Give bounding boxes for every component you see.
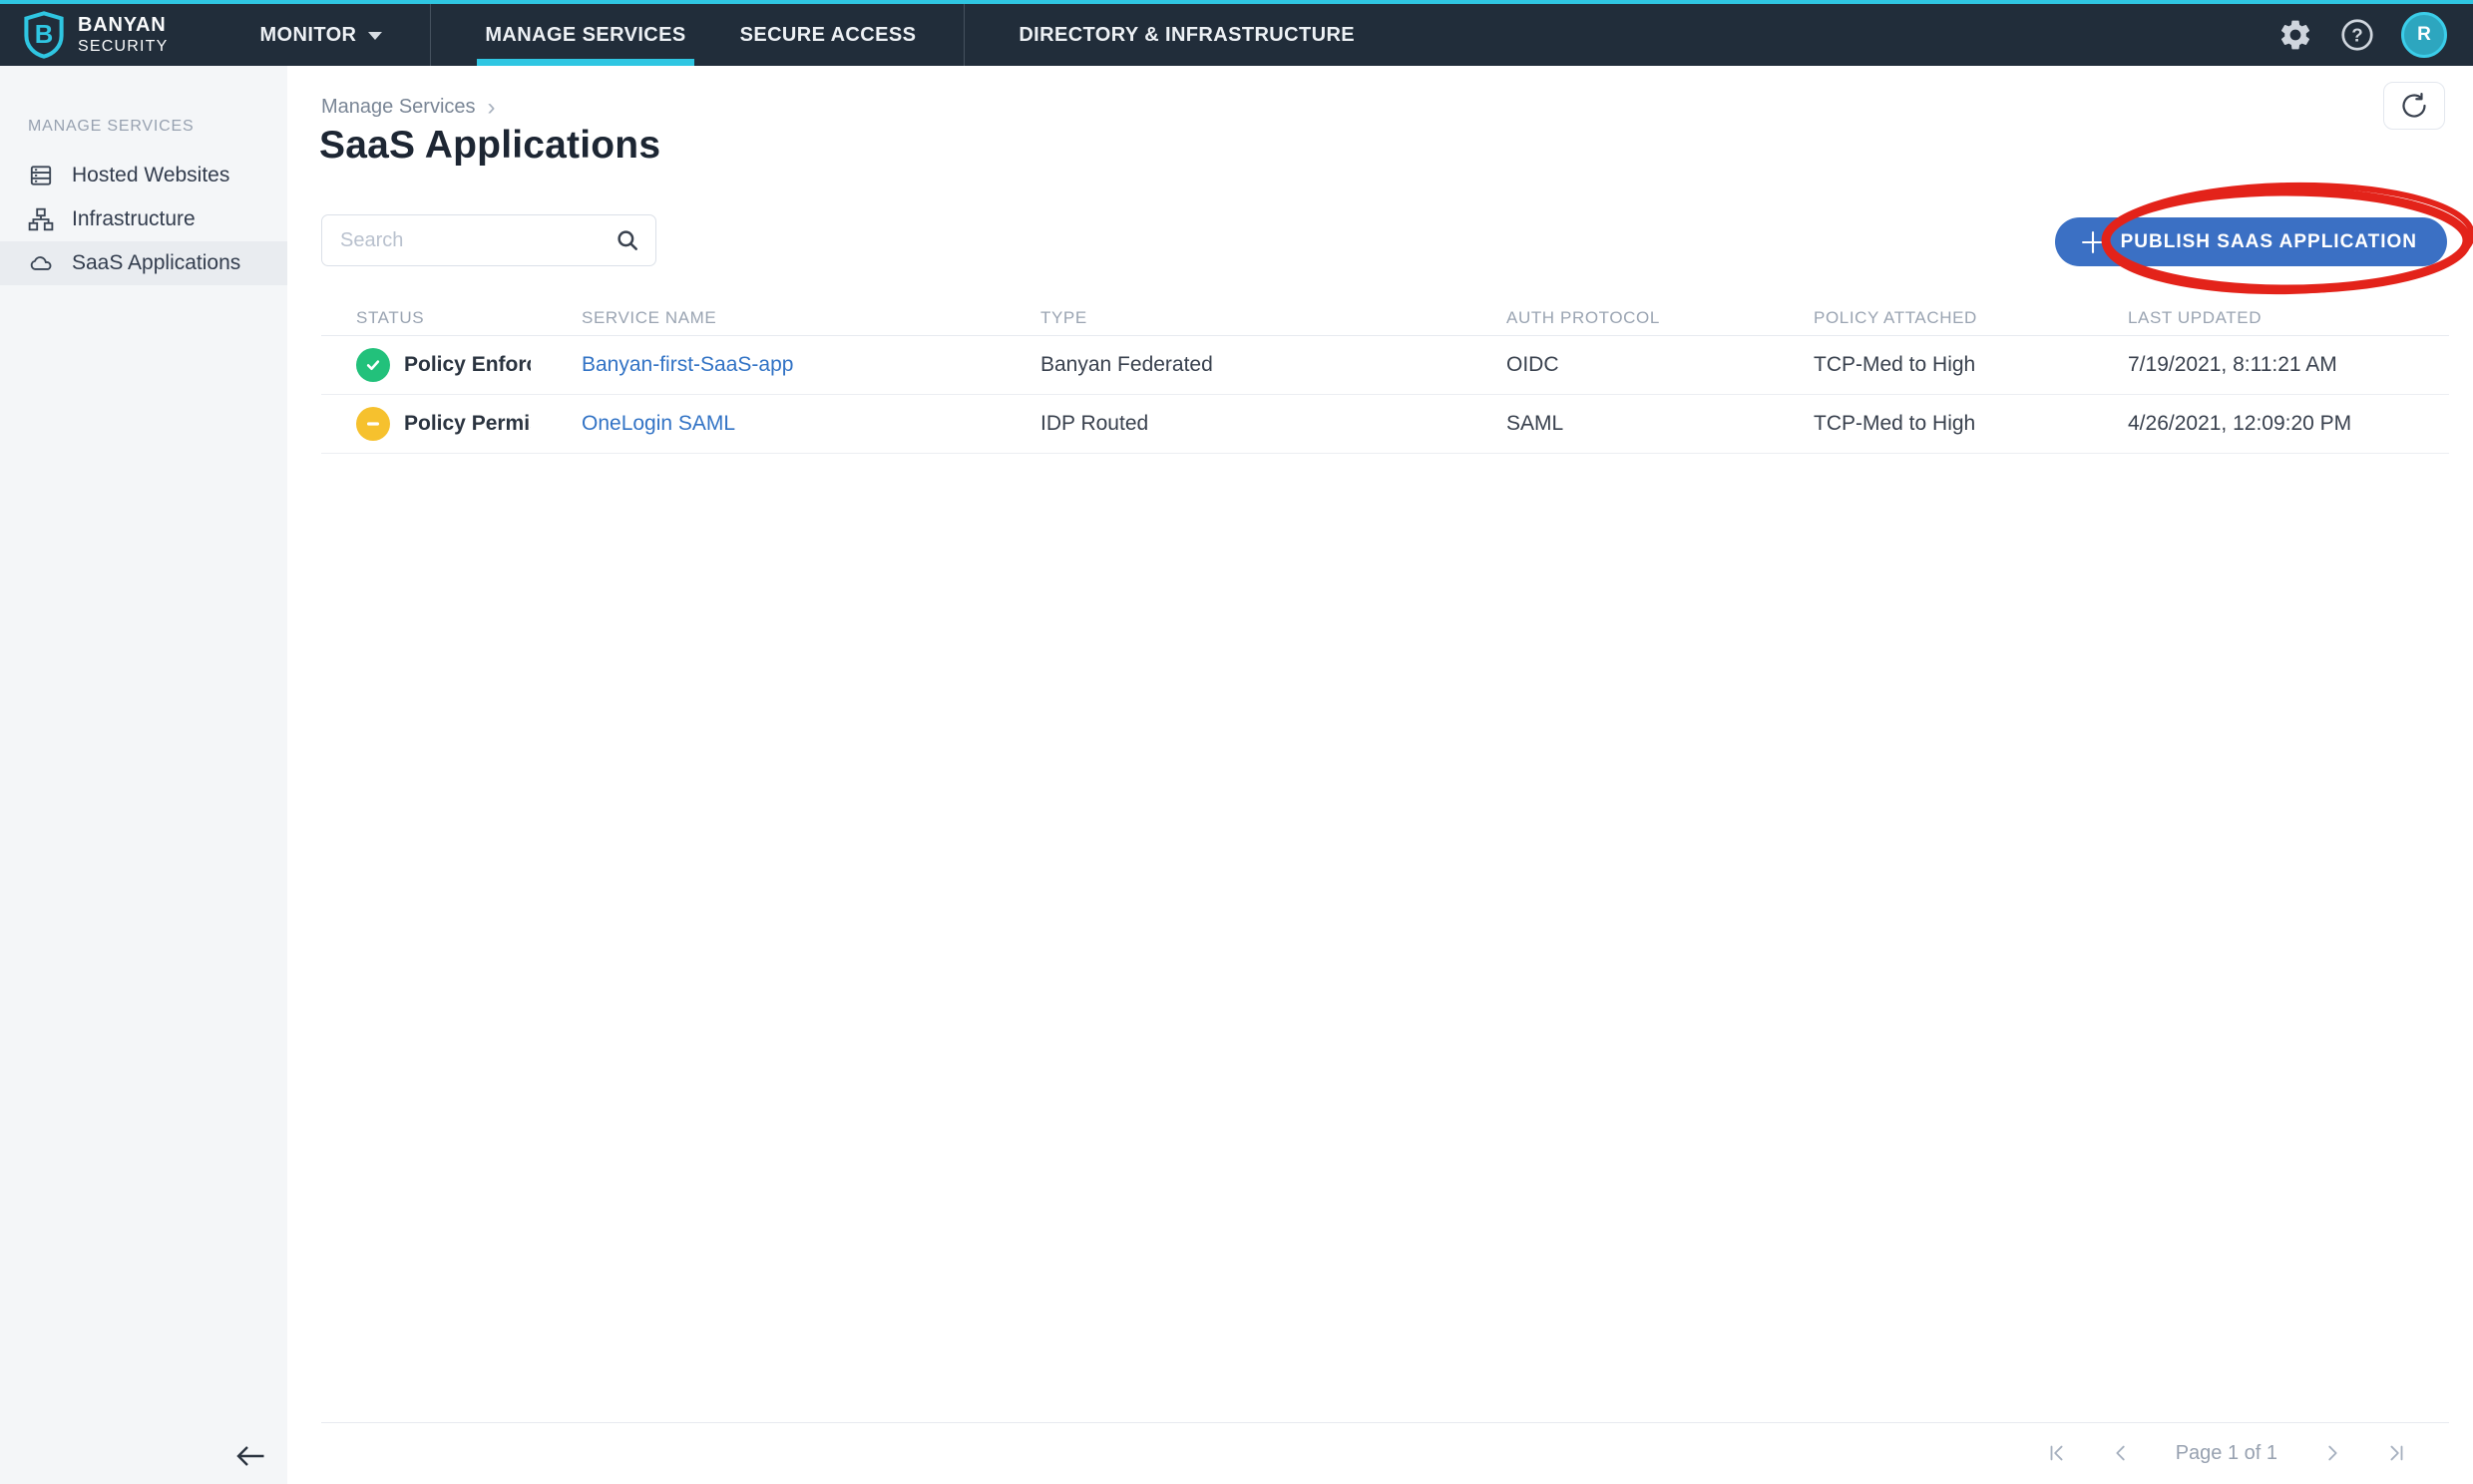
type-cell: Banyan Federated (1040, 335, 1506, 395)
brand-text: BANYAN SECURITY (78, 14, 169, 55)
nav-monitor-label: MONITOR (259, 23, 357, 46)
column-header-policy-attached[interactable]: POLICY ATTACHED (1814, 301, 2128, 336)
help-button[interactable]: ? (2339, 17, 2375, 53)
auth-protocol-cell: SAML (1506, 394, 1814, 454)
breadcrumb-link-manage-services[interactable]: Manage Services (321, 96, 476, 119)
status-permissive-icon (356, 406, 390, 441)
next-page-button[interactable] (2315, 1436, 2349, 1470)
auth-protocol-cell: OIDC (1506, 335, 1814, 395)
sidebar-item-label: Hosted Websites (72, 164, 230, 186)
tab-label: DIRECTORY & INFRASTRUCTURE (1019, 23, 1356, 46)
status-cell: Policy Enforcing (321, 335, 582, 395)
last-page-icon (2385, 1442, 2407, 1464)
saas-applications-table: STATUS SERVICE NAME TYPE AUTH PROTOCOL P… (321, 301, 2449, 454)
help-icon: ? (2339, 17, 2375, 53)
sidebar: MANAGE SERVICES Hosted Websites Infrastr… (0, 66, 287, 1484)
collapse-sidebar-button[interactable] (232, 1438, 268, 1474)
first-page-icon (2046, 1442, 2068, 1464)
chevron-left-icon (2110, 1442, 2132, 1464)
main-content: Manage Services › SaaS Applications PUBL… (287, 66, 2473, 1484)
breadcrumb-chevron-icon: › (487, 93, 496, 121)
table-row[interactable]: Policy Enforcing Banyan-first-SaaS-app B… (321, 335, 2449, 395)
status-label: Policy Enforcing (404, 352, 531, 376)
tab-label: MANAGE SERVICES (485, 23, 686, 46)
refresh-button[interactable] (2383, 82, 2445, 130)
publish-button-label: PUBLISH SAAS APPLICATION (2120, 230, 2417, 252)
column-header-type[interactable]: TYPE (1040, 301, 1506, 336)
policy-attached-cell: TCP-Med to High (1814, 335, 2128, 395)
svg-text:B: B (35, 21, 54, 49)
status-cell: Policy Permissive (321, 394, 582, 454)
last-updated-cell: 4/26/2021, 12:09:20 PM (2128, 394, 2449, 454)
status-enforcing-icon (356, 347, 390, 382)
type-cell: IDP Routed (1040, 394, 1506, 454)
sidebar-item-hosted-websites[interactable]: Hosted Websites (0, 154, 287, 197)
search-box (321, 214, 656, 266)
sidebar-item-label: SaaS Applications (72, 251, 241, 274)
nav-divider (430, 4, 432, 66)
service-name-link[interactable]: Banyan-first-SaaS-app (582, 353, 793, 376)
network-icon (28, 206, 54, 232)
service-name-link[interactable]: OneLogin SAML (582, 412, 735, 435)
column-header-status[interactable]: STATUS (321, 301, 582, 336)
shield-logo-icon: B (22, 11, 66, 59)
service-name-cell: OneLogin SAML (582, 394, 1040, 454)
svg-text:?: ? (2351, 25, 2362, 46)
page-indicator: Page 1 of 1 (2175, 1441, 2277, 1464)
settings-button[interactable] (2277, 17, 2313, 53)
status-label: Policy Permissive (404, 411, 531, 435)
tab-directory-infrastructure[interactable]: DIRECTORY & INFRASTRUCTURE (1019, 4, 1355, 66)
tab-secure-access[interactable]: SECURE ACCESS (740, 4, 917, 66)
page-title: SaaS Applications (319, 124, 661, 167)
previous-page-button[interactable] (2104, 1436, 2138, 1470)
column-header-auth-protocol[interactable]: AUTH PROTOCOL (1506, 301, 1814, 336)
publish-saas-application-button[interactable]: PUBLISH SAAS APPLICATION (2054, 217, 2447, 266)
table-row[interactable]: Policy Permissive OneLogin SAML IDP Rout… (321, 394, 2449, 454)
refresh-icon (2400, 92, 2428, 120)
gear-icon (2277, 17, 2313, 53)
search-input[interactable] (321, 214, 656, 266)
sidebar-item-label: Infrastructure (72, 207, 196, 230)
column-header-service-name[interactable]: SERVICE NAME (582, 301, 1040, 336)
plus-icon (2079, 228, 2107, 256)
first-page-button[interactable] (2040, 1436, 2074, 1470)
left-arrow-icon (232, 1438, 268, 1474)
tab-label: SECURE ACCESS (739, 23, 917, 46)
policy-attached-cell: TCP-Med to High (1814, 394, 2128, 454)
cloud-icon (28, 250, 54, 276)
chevron-right-icon (2321, 1442, 2343, 1464)
nav-divider (964, 4, 966, 66)
sidebar-item-infrastructure[interactable]: Infrastructure (0, 197, 287, 241)
last-updated-cell: 7/19/2021, 8:11:21 AM (2128, 335, 2449, 395)
sidebar-item-saas-applications[interactable]: SaaS Applications (0, 241, 287, 285)
pagination: Page 1 of 1 (2040, 1430, 2413, 1476)
last-page-button[interactable] (2379, 1436, 2413, 1470)
sidebar-section-label: MANAGE SERVICES (28, 118, 195, 135)
brand-logo[interactable]: B BANYAN SECURITY (22, 11, 169, 59)
nav-item-monitor[interactable]: MONITOR (260, 4, 383, 66)
tab-manage-services[interactable]: MANAGE SERVICES (477, 4, 694, 66)
table-header-row: STATUS SERVICE NAME TYPE AUTH PROTOCOL P… (321, 301, 2449, 336)
avatar-initial: R (2417, 24, 2431, 45)
service-name-cell: Banyan-first-SaaS-app (582, 335, 1040, 395)
table-footer-divider (321, 1422, 2449, 1423)
chevron-down-icon (368, 32, 383, 40)
column-header-last-updated[interactable]: LAST UPDATED (2128, 301, 2449, 336)
top-navbar: B BANYAN SECURITY MONITOR MANAGE SERVICE… (0, 0, 2473, 66)
user-avatar[interactable]: R (2401, 12, 2447, 58)
server-icon (28, 163, 54, 188)
breadcrumb: Manage Services › (321, 93, 496, 121)
